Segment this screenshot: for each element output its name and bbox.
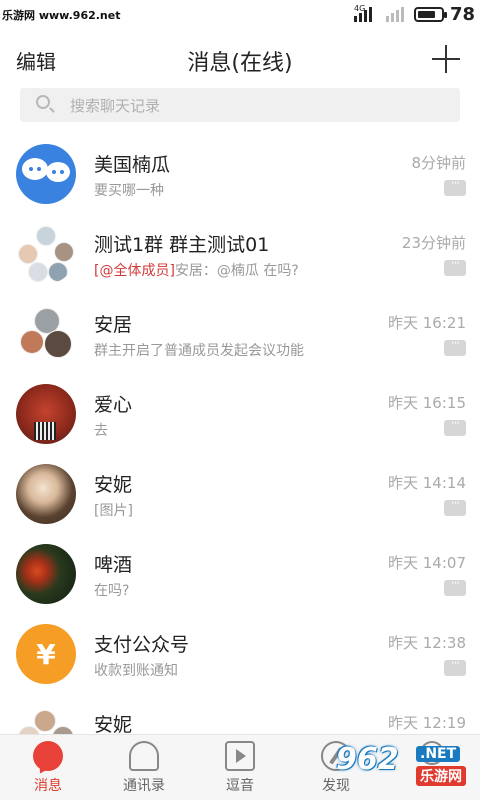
tab-video[interactable]: 逗音	[192, 735, 288, 800]
nav-label: 消息	[34, 778, 62, 794]
yen-icon: ¥	[16, 624, 76, 684]
tab-contacts[interactable]: 通讯录	[96, 735, 192, 800]
photo-avatar	[16, 464, 76, 524]
chat-item[interactable]: ¥ 支付公众号 收款到账通知 昨天 12:38	[0, 614, 480, 694]
site-watermark-logo: 962 .NET 乐游网	[336, 742, 476, 794]
chat-preview: 在吗?	[94, 583, 130, 599]
chat-preview: 要买哪一种	[94, 183, 164, 199]
battery-fill	[418, 11, 435, 18]
header: 编辑 消息(在线)	[0, 30, 480, 88]
chat-time: 昨天 16:21	[388, 314, 466, 332]
chat-bubble-icon	[444, 416, 466, 436]
chat-item[interactable]: 爱心 去 昨天 16:15	[0, 374, 480, 454]
chat-list: 美国楠瓜 要买哪一种 8分钟前 测试1群 群主测试01 [@全体成员]安居：@楠…	[0, 134, 480, 734]
chat-name: 支付公众号	[94, 634, 190, 656]
chat-name: 安妮	[94, 474, 133, 496]
chat-item[interactable]: 安居 群主开启了普通成员发起会议功能 昨天 16:21	[0, 294, 480, 374]
chat-time: 昨天 14:07	[388, 554, 466, 572]
signal-icon	[354, 6, 372, 22]
chat-bubble-icon	[444, 256, 466, 276]
watermark-net-text: .NET	[416, 746, 461, 762]
photo-avatar	[16, 384, 76, 444]
chat-item[interactable]: 测试1群 群主测试01 [@全体成员]安居：@楠瓜 在吗? 23分钟前	[0, 214, 480, 294]
plus-icon[interactable]	[432, 45, 460, 73]
chat-time: 8分钟前	[411, 154, 466, 172]
mention-tag: [@全体成员]	[94, 263, 175, 279]
watermark-logo-text: 962	[336, 742, 399, 777]
chat-name: 美国楠瓜	[94, 154, 171, 176]
chat-bubble-icon	[444, 576, 466, 596]
page-title: 消息(在线)	[187, 51, 293, 76]
tab-messages[interactable]: 消息	[0, 735, 96, 800]
chat-preview: [图片]	[94, 503, 133, 519]
chat-name: 安居	[94, 314, 133, 336]
chat-name: 测试1群 群主测试01	[94, 234, 270, 256]
group-avatar	[16, 304, 76, 364]
video-icon	[225, 741, 255, 771]
chat-preview-text: 安居：@楠瓜 在吗?	[174, 263, 299, 279]
message-icon	[33, 741, 63, 771]
search-placeholder: 搜索聊天记录	[70, 97, 161, 115]
chat-bubble-icon	[444, 336, 466, 356]
chat-time: 昨天 12:38	[388, 634, 466, 652]
chat-preview: [@全体成员]安居：@楠瓜 在吗?	[94, 260, 299, 280]
battery-icon	[414, 7, 447, 22]
group-avatar	[16, 224, 76, 284]
chat-name: 啤酒	[94, 554, 133, 576]
group-avatar	[16, 704, 76, 734]
chat-preview: 去	[94, 423, 108, 439]
chat-name: 安妮	[94, 714, 133, 734]
chat-bubble-icon	[444, 496, 466, 516]
chat-preview: 群主开启了普通成员发起会议功能	[94, 343, 304, 359]
chat-item[interactable]: 安妮 [图片] 昨天 14:14	[0, 454, 480, 534]
chat-bubble-icon	[444, 656, 466, 676]
chat-time: 昨天 14:14	[388, 474, 466, 492]
search-input[interactable]: 搜索聊天记录	[20, 88, 460, 122]
chat-name: 爱心	[94, 394, 133, 416]
battery-level: 78	[450, 4, 476, 25]
nav-label: 通讯录	[123, 778, 165, 794]
site-watermark-text: 乐游网 www.962.net	[2, 9, 121, 22]
status-bar: 乐游网 www.962.net 4G 78	[0, 0, 480, 30]
chat-item[interactable]: 安妮 昨天 12:19	[0, 694, 480, 734]
nav-label: 逗音	[226, 778, 254, 794]
chat-preview: 收款到账通知	[94, 663, 178, 679]
photo-avatar	[16, 544, 76, 604]
search-icon	[36, 95, 50, 109]
chat-item[interactable]: 啤酒 在吗? 昨天 14:07	[0, 534, 480, 614]
chat-time: 昨天 12:19	[388, 714, 466, 732]
signal-secondary-icon	[386, 6, 404, 22]
bubbles-avatar	[16, 144, 76, 204]
chat-time: 23分钟前	[401, 234, 466, 252]
contacts-icon	[129, 741, 159, 771]
chat-time: 昨天 16:15	[388, 394, 466, 412]
chat-bubble-icon	[444, 176, 466, 196]
watermark-cn-text: 乐游网	[416, 766, 466, 786]
chat-item[interactable]: 美国楠瓜 要买哪一种 8分钟前	[0, 134, 480, 214]
yen-symbol: ¥	[36, 638, 56, 671]
